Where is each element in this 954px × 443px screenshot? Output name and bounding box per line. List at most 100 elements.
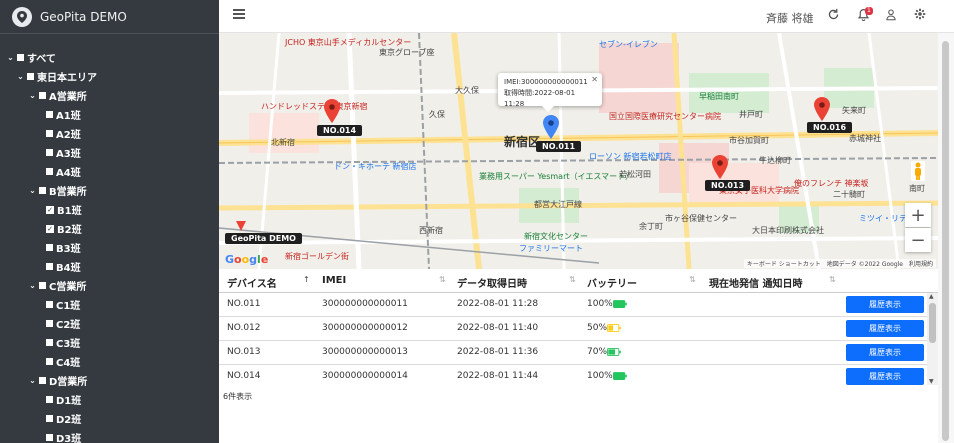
chevron-down-icon[interactable]: ⌄ <box>6 53 15 62</box>
table-header: デバイス名 ↑ IMEI ⇅ データ取得日時 ⇅ バッテリー ⇅ 現在地発信 通… <box>219 269 938 293</box>
close-icon[interactable]: ✕ <box>591 74 598 85</box>
checkbox[interactable] <box>39 377 46 384</box>
battery-icon <box>613 300 627 308</box>
checkbox[interactable] <box>46 358 53 365</box>
tree-node[interactable]: C4班 <box>0 352 219 371</box>
checkbox-checked[interactable]: ✓ <box>46 205 54 214</box>
checkbox[interactable] <box>39 282 46 289</box>
checkbox[interactable] <box>46 168 53 175</box>
checkbox[interactable] <box>46 263 53 270</box>
map-pin-no013[interactable] <box>712 155 728 179</box>
map-marker-geopita[interactable] <box>236 221 246 231</box>
map-label-ichigaya-cho: 市ヶ谷保健センター <box>665 214 737 223</box>
cell-imei: 300000000000012 <box>322 323 408 333</box>
table-scrollbar[interactable]: ▲ ▼ <box>927 293 938 385</box>
chevron-down-icon[interactable]: ⌄ <box>28 281 37 290</box>
chevron-down-icon[interactable]: ⌄ <box>16 72 25 81</box>
tree-node[interactable]: ⌄ D営業所 <box>0 371 219 390</box>
checkbox[interactable] <box>39 92 46 99</box>
tree-node[interactable]: ⌄ 東日本エリア <box>0 67 219 86</box>
user-icon[interactable] <box>885 8 901 24</box>
tree-node[interactable]: D1班 <box>0 390 219 409</box>
checkbox[interactable] <box>46 434 53 441</box>
checkbox[interactable] <box>46 301 53 308</box>
map-info-window: IMEI:300000000000011 取得時間:2022-08-01 11:… <box>498 73 602 112</box>
history-button[interactable]: 履歴表示 <box>846 296 924 313</box>
device-table: デバイス名 ↑ IMEI ⇅ データ取得日時 ⇅ バッテリー ⇅ 現在地発信 通… <box>219 269 938 385</box>
map-pin-no014[interactable] <box>324 99 340 123</box>
checkbox[interactable] <box>46 396 53 403</box>
history-button[interactable]: 履歴表示 <box>846 320 924 337</box>
tree-node[interactable]: A1班 <box>0 105 219 124</box>
checkbox[interactable] <box>46 111 53 118</box>
checkbox[interactable] <box>27 73 34 80</box>
tree-node[interactable]: C2班 <box>0 314 219 333</box>
tree-node[interactable]: A3班 <box>0 143 219 162</box>
map-label-gyomu: 業務用スーパー Yesmart（イエスマート） <box>479 172 634 181</box>
map-pin-no011[interactable] <box>543 115 559 139</box>
map-label-akagi: 赤城神社 <box>849 134 881 143</box>
map-copyright: キーボード ショートカット 地図データ ©2022 Google 利用規約 <box>743 259 936 268</box>
sort-icon[interactable]: ⇅ <box>569 275 576 284</box>
map-label-golden: 新宿ゴールデン街 <box>285 252 349 261</box>
map-pin-no016[interactable] <box>814 97 830 121</box>
zoom-out-button[interactable]: − <box>905 228 931 252</box>
checkbox[interactable] <box>46 339 53 346</box>
sort-icon[interactable]: ⇅ <box>439 275 446 284</box>
checkbox[interactable] <box>46 320 53 327</box>
history-button[interactable]: 履歴表示 <box>846 344 924 361</box>
tree-node-label: 東日本エリア <box>37 73 97 84</box>
checkbox[interactable] <box>46 244 53 251</box>
col-time[interactable]: データ取得日時 <box>457 275 527 290</box>
checkbox[interactable] <box>39 187 46 194</box>
map-label-natl-hosp: 国立国際医療研究センター病院 <box>609 112 721 121</box>
tree-node[interactable]: C1班 <box>0 295 219 314</box>
col-battery[interactable]: バッテリー <box>587 275 637 290</box>
tree-node[interactable]: ✓ B1班 <box>0 200 219 219</box>
tree-node-label: D3班 <box>56 434 82 443</box>
battery-icon <box>607 348 621 356</box>
map-label-dainippon: 大日本印刷株式会社 <box>752 226 824 235</box>
col-notify[interactable]: 現在地発信 通知日時 <box>709 275 802 290</box>
tree-node[interactable]: ⌄ すべて <box>0 48 219 67</box>
pin-tag-no011: NO.011 <box>536 141 582 152</box>
tree-node[interactable]: ⌄ C営業所 <box>0 276 219 295</box>
zoom-in-button[interactable]: + <box>905 203 931 227</box>
checkbox[interactable] <box>17 54 24 61</box>
cell-imei: 300000000000013 <box>322 347 408 357</box>
tree-node[interactable]: A2班 <box>0 124 219 143</box>
checkbox-checked[interactable]: ✓ <box>46 224 54 233</box>
map-view[interactable]: JCHO 東京山手メディカルセンター 東京グローブ座 ハンドレッドステイ 東京新… <box>219 33 938 269</box>
col-device[interactable]: デバイス名 <box>227 275 277 290</box>
tree-node[interactable]: ⌄ B営業所 <box>0 181 219 200</box>
tree-node[interactable]: ⌄ A営業所 <box>0 86 219 105</box>
gear-icon[interactable] <box>914 8 930 24</box>
tree-node[interactable]: B3班 <box>0 238 219 257</box>
tree-node[interactable]: C3班 <box>0 333 219 352</box>
tree-node[interactable]: D3班 <box>0 428 219 443</box>
tree-node[interactable]: B4班 <box>0 257 219 276</box>
chevron-down-icon[interactable]: ⌄ <box>28 186 37 195</box>
refresh-icon[interactable] <box>827 8 843 24</box>
hamburger-menu-icon[interactable] <box>233 9 245 21</box>
page-scrollbar[interactable] <box>938 33 954 443</box>
location-pin-icon <box>12 6 32 27</box>
tree-node[interactable]: ✓ B2班 <box>0 219 219 238</box>
checkbox[interactable] <box>46 149 53 156</box>
table-row: NO.012 300000000000012 2022-08-01 11:40 50%… <box>219 317 929 341</box>
col-imei[interactable]: IMEI <box>322 275 346 286</box>
tree-node-label: D1班 <box>56 396 82 407</box>
history-button[interactable]: 履歴表示 <box>846 368 924 385</box>
tree-node[interactable]: A4班 <box>0 162 219 181</box>
cell-device: NO.012 <box>227 323 261 333</box>
bell-icon[interactable]: 1 <box>857 7 873 24</box>
sort-icon[interactable]: ⇅ <box>829 275 836 284</box>
chevron-down-icon[interactable]: ⌄ <box>28 91 37 100</box>
checkbox[interactable] <box>46 130 53 137</box>
sort-icon[interactable]: ⇅ <box>689 275 696 284</box>
sort-up-icon[interactable]: ↑ <box>303 275 310 284</box>
chevron-down-icon[interactable]: ⌄ <box>28 376 37 385</box>
tree-node[interactable]: D2班 <box>0 409 219 428</box>
checkbox[interactable] <box>46 415 53 422</box>
street-view-pegman-icon[interactable] <box>911 161 925 181</box>
